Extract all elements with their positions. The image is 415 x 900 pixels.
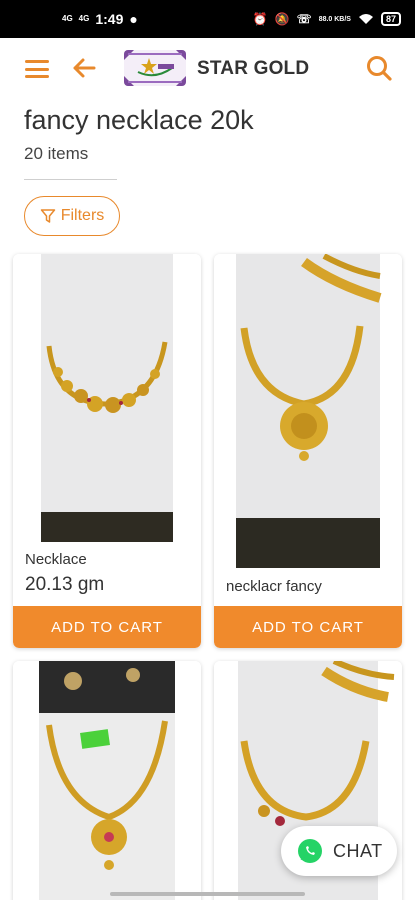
- notification-icon: ●: [129, 11, 138, 27]
- filter-icon: [40, 209, 55, 223]
- home-indicator: [110, 892, 305, 896]
- chat-button[interactable]: CHAT: [281, 826, 397, 876]
- product-weight: 20.13 gm: [25, 574, 105, 595]
- brand-name: STAR GOLD: [197, 58, 310, 79]
- chat-label: CHAT: [333, 840, 383, 861]
- filters-label: Filters: [60, 207, 105, 224]
- network-indicator-1: 4G: [62, 14, 73, 23]
- product-image[interactable]: [13, 254, 201, 542]
- search-icon[interactable]: [365, 54, 393, 82]
- network-indicator-2: 4G: [78, 14, 90, 23]
- menu-icon[interactable]: [25, 60, 49, 78]
- wifi-calling-icon: ☏: [296, 12, 312, 26]
- wifi-icon: [358, 14, 373, 24]
- back-arrow-icon[interactable]: [70, 54, 98, 82]
- product-image[interactable]: [13, 661, 201, 900]
- page-title: fancy necklace 20k: [24, 105, 254, 135]
- item-count: 20 items: [24, 144, 89, 163]
- app-bar: STAR GOLD: [0, 38, 415, 98]
- whatsapp-icon: [298, 839, 322, 863]
- divider: [24, 179, 117, 180]
- add-to-cart-button[interactable]: ADD TO CART: [214, 606, 402, 648]
- product-card[interactable]: Necklace 20.13 gm ADD TO CART: [13, 254, 201, 648]
- store-logo[interactable]: [124, 50, 186, 86]
- product-card[interactable]: [13, 661, 201, 900]
- product-name: Necklace: [25, 551, 87, 568]
- add-to-cart-button[interactable]: ADD TO CART: [13, 606, 201, 648]
- product-image[interactable]: [214, 254, 402, 568]
- product-name: necklacr fancy: [226, 578, 322, 595]
- alarm-icon: ⏰: [252, 12, 268, 26]
- data-speed: 88.0 KB/S: [318, 15, 351, 23]
- battery-indicator: 87: [380, 12, 401, 26]
- clock: 1:49: [95, 11, 124, 27]
- status-bar: 4G 4G 1:49 ● ⏰ 🔕 ☏ 88.0 KB/S 87: [0, 0, 415, 38]
- filters-button[interactable]: Filters: [24, 196, 120, 236]
- mute-icon: 🔕: [274, 12, 290, 26]
- product-card[interactable]: necklacr fancy ADD TO CART: [214, 254, 402, 648]
